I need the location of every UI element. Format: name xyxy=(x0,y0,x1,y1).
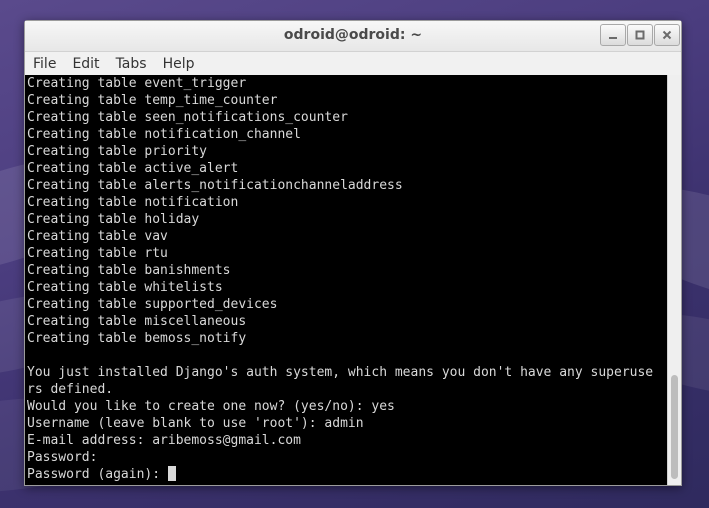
terminal-line: Password: xyxy=(27,450,98,465)
terminal-line: Creating table supported_devices xyxy=(27,297,278,312)
menu-edit[interactable]: Edit xyxy=(66,56,105,72)
terminal-window: odroid@odroid: ~ File Edit Tabs Help Cre… xyxy=(24,20,682,486)
terminal-line: Creating table event_trigger xyxy=(27,76,247,91)
terminal-line: rs defined. xyxy=(27,382,114,397)
terminal-line: Creating table priority xyxy=(27,144,208,159)
maximize-button[interactable] xyxy=(627,24,653,46)
window-controls xyxy=(599,24,680,46)
terminal-line: Creating table notification_channel xyxy=(27,127,301,142)
terminal-output[interactable]: Creating table event_trigger Creating ta… xyxy=(25,75,667,485)
terminal-line: Creating table vav xyxy=(27,229,168,244)
terminal-line: You just installed Django's auth system,… xyxy=(27,365,654,380)
terminal-scrollbar[interactable] xyxy=(667,75,681,485)
terminal-line: Creating table rtu xyxy=(27,246,168,261)
menu-file[interactable]: File xyxy=(27,56,62,72)
terminal-line: Creating table whitelists xyxy=(27,280,223,295)
minimize-button[interactable] xyxy=(600,24,626,46)
scrollbar-thumb[interactable] xyxy=(671,375,678,479)
minimize-icon xyxy=(609,37,617,39)
terminal-line: Creating table banishments xyxy=(27,263,231,278)
close-button[interactable] xyxy=(654,24,680,46)
terminal-line: Creating table alerts_notificationchanne… xyxy=(27,178,403,193)
menu-help[interactable]: Help xyxy=(157,56,201,72)
terminal-line: E-mail address: aribemoss@gmail.com xyxy=(27,433,301,448)
terminal-line: Creating table active_alert xyxy=(27,161,239,176)
menubar: File Edit Tabs Help xyxy=(25,52,681,76)
terminal-line: Creating table seen_notifications_counte… xyxy=(27,110,348,125)
terminal-prompt-line: Password (again): xyxy=(27,466,667,483)
window-title: odroid@odroid: ~ xyxy=(283,27,423,43)
close-icon xyxy=(662,30,672,40)
terminal-line-text: Password (again): xyxy=(27,467,168,482)
terminal-line: Creating table notification xyxy=(27,195,239,210)
terminal-line: Username (leave blank to use 'root'): ad… xyxy=(27,416,364,431)
terminal-line: Would you like to create one now? (yes/n… xyxy=(27,399,395,414)
terminal-line: Creating table miscellaneous xyxy=(27,314,247,329)
menu-tabs[interactable]: Tabs xyxy=(110,56,153,72)
terminal-line: Creating table temp_time_counter xyxy=(27,93,278,108)
terminal-line: Creating table bemoss_notify xyxy=(27,331,247,346)
window-titlebar[interactable]: odroid@odroid: ~ xyxy=(25,21,681,52)
terminal-line: Creating table holiday xyxy=(27,212,200,227)
text-cursor xyxy=(167,466,176,481)
maximize-icon xyxy=(635,30,645,40)
